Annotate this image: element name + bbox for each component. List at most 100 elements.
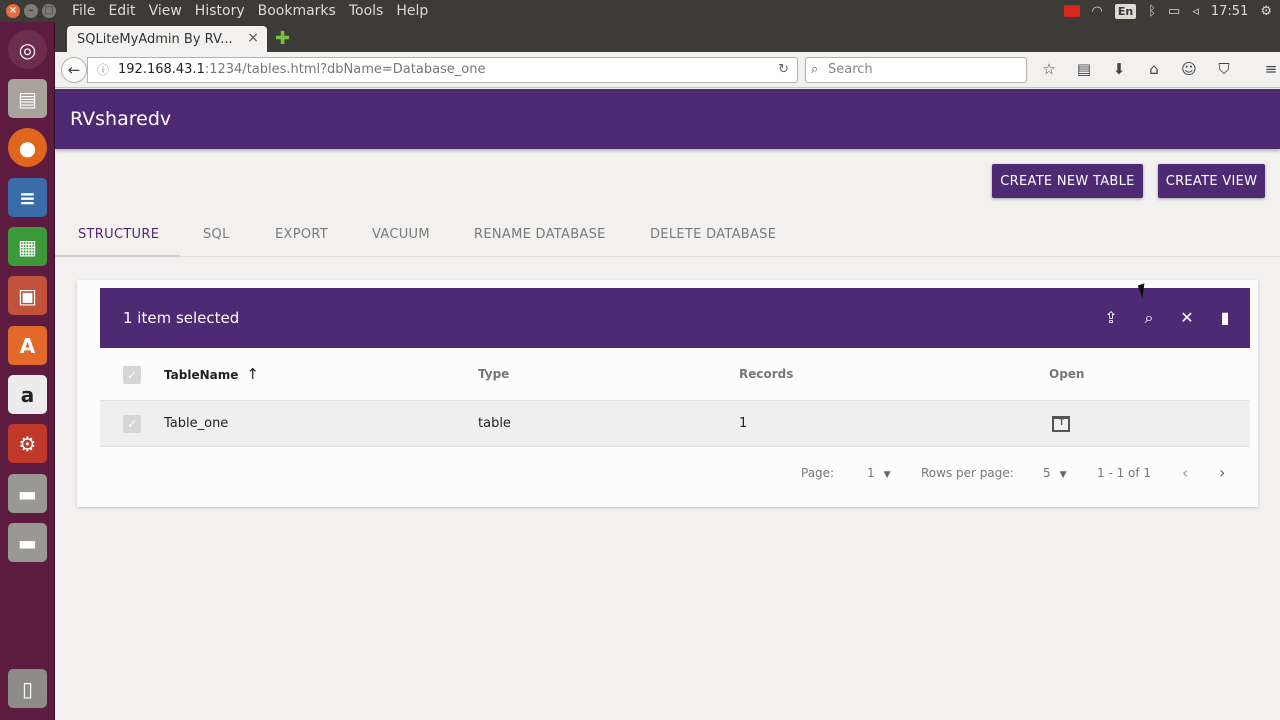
table-header-row: ✓ TableName ↑ Type Records Open <box>100 348 1250 401</box>
tables-card: 1 item selected ⇪ ⌕ ✕ ▮ ✓ TableName ↑ Typ… <box>77 280 1258 507</box>
database-tabs: STRUCTURE SQL EXPORT VACUUM RENAME DATAB… <box>55 215 1280 257</box>
sort-ascending-icon[interactable]: ↑ <box>246 365 259 383</box>
create-view-button[interactable]: CREATE VIEW <box>1158 164 1265 198</box>
dropdown-caret-icon: ▼ <box>883 470 891 480</box>
window-controls: × – □ <box>6 4 56 18</box>
rows-per-page-label: Rows per page: <box>921 466 1014 480</box>
page-select[interactable]: 1 ▼ <box>867 447 891 501</box>
system-settings-icon[interactable]: ⚙ <box>8 424 47 463</box>
app-bar: RVsharedv <box>55 89 1280 149</box>
next-page-icon[interactable]: › <box>1219 447 1225 499</box>
url-path: :1234/tables.html?dbName=Database_one <box>204 62 486 77</box>
tab-rename-database[interactable]: RENAME DATABASE <box>474 215 606 257</box>
column-header-open: Open <box>1049 367 1085 381</box>
column-header-type[interactable]: Type <box>478 348 509 401</box>
browser-nav-bar: ⓘ 192.168.43.1:1234/tables.html?dbName=D… <box>55 52 1280 88</box>
hamburger-menu-icon[interactable]: ≡ <box>1261 60 1280 78</box>
page-value: 1 <box>867 466 875 480</box>
back-button[interactable]: ← <box>61 57 87 83</box>
downloads-icon[interactable]: ⬇ <box>1109 60 1129 78</box>
page-range: 1 - 1 of 1 <box>1097 466 1152 480</box>
search-input[interactable]: ⌕ Search <box>805 57 1027 83</box>
selection-toolbar: 1 item selected ⇪ ⌕ ✕ ▮ <box>100 288 1250 348</box>
window-maximize-button[interactable]: □ <box>42 4 56 18</box>
files-icon[interactable]: ▤ <box>8 79 47 118</box>
window-minimize-button[interactable]: – <box>24 4 38 18</box>
menu-bar: File Edit View History Bookmarks Tools H… <box>72 3 428 19</box>
reading-list-icon[interactable]: ▤ <box>1074 60 1094 78</box>
row-checkbox[interactable]: ✓ <box>123 415 141 433</box>
menu-edit[interactable]: Edit <box>108 3 135 19</box>
dropdown-caret-icon: ▼ <box>1059 470 1067 480</box>
search-icon: ⌕ <box>811 62 819 77</box>
column-header-records[interactable]: Records <box>739 348 793 401</box>
clock[interactable]: 17:51 <box>1211 4 1248 19</box>
url-bar[interactable]: ⓘ 192.168.43.1:1234/tables.html?dbName=D… <box>87 57 798 83</box>
volume-icon[interactable]: ◃ <box>1192 4 1199 19</box>
search-placeholder: Search <box>828 62 873 77</box>
battery-icon[interactable]: ▭ <box>1168 4 1180 19</box>
drive-icon-2[interactable]: ▬ <box>8 523 47 562</box>
select-all-checkbox[interactable]: ✓ <box>123 366 141 384</box>
trash-icon[interactable]: ▯ <box>8 669 47 708</box>
toolbar-icons: ☆ ▤ ⬇ ⌂ ☺ ⛉ ≡ <box>1039 60 1280 78</box>
window-close-button[interactable]: × <box>6 4 20 18</box>
tab-sql[interactable]: SQL <box>203 215 230 257</box>
screen: × – □ File Edit View History Bookmarks T… <box>0 0 1280 720</box>
home-icon[interactable]: ⌂ <box>1144 60 1164 78</box>
amazon-icon[interactable]: a <box>8 375 47 414</box>
column-header-tablename-label: TableName <box>164 368 239 382</box>
cell-records: 1 <box>739 416 748 431</box>
menu-view[interactable]: View <box>149 3 182 19</box>
menu-history[interactable]: History <box>195 3 245 19</box>
unity-launcher: ◎ ▤ ● ≡ ▦ ▣ A a ⚙ ▬ ▬ ▯ <box>0 22 55 720</box>
bluetooth-icon[interactable]: ᛒ <box>1148 4 1156 19</box>
software-center-icon[interactable]: A <box>8 326 47 365</box>
screen-recorder-icon[interactable] <box>1063 5 1080 17</box>
pocket-icon[interactable]: ⛉ <box>1214 60 1234 78</box>
rows-per-page-select[interactable]: 5 ▼ <box>1043 447 1067 501</box>
chat-icon[interactable]: ☺ <box>1179 60 1199 78</box>
ubuntu-dash-icon[interactable]: ◎ <box>8 30 47 69</box>
cell-table-name: Table_one <box>164 416 229 431</box>
browser-tab[interactable]: SQLiteMyAdmin By RV... × <box>67 26 267 52</box>
menu-tools[interactable]: Tools <box>349 3 384 19</box>
tab-title: SQLiteMyAdmin By RV... <box>77 31 233 47</box>
writer-icon[interactable]: ≡ <box>8 178 47 217</box>
close-icon[interactable]: ✕ <box>1177 308 1197 328</box>
tab-export[interactable]: EXPORT <box>275 215 328 257</box>
app-title: RVsharedv <box>70 108 172 130</box>
tab-vacuum[interactable]: VACUUM <box>372 215 430 257</box>
settings-gear-icon[interactable]: ⚙ <box>1260 4 1272 19</box>
menu-help[interactable]: Help <box>396 3 428 19</box>
bookmark-star-icon[interactable]: ☆ <box>1039 60 1059 78</box>
firefox-icon[interactable]: ● <box>8 128 47 167</box>
calc-icon[interactable]: ▦ <box>8 227 47 266</box>
tab-structure[interactable]: STRUCTURE <box>78 215 159 257</box>
wifi-icon[interactable]: ◠ <box>1092 4 1103 19</box>
url-host: 192.168.43.1 <box>118 62 205 77</box>
open-in-new-icon[interactable]: ⇪ <box>1101 308 1121 328</box>
menu-bookmarks[interactable]: Bookmarks <box>258 3 336 19</box>
search-icon[interactable]: ⌕ <box>1139 308 1159 328</box>
column-header-tablename[interactable]: TableName ↑ <box>164 348 259 402</box>
system-tray: ◠ En ᛒ ▭ ◃ 17:51 ⚙ <box>1063 0 1272 22</box>
pagination: Page: 1 ▼ Rows per page: 5 ▼ 1 - 1 of 1 ‹ … <box>100 447 1250 499</box>
rows-per-page-value: 5 <box>1043 466 1051 480</box>
table-row[interactable]: ✓ Table_one table 1 <box>100 401 1250 447</box>
new-tab-icon[interactable]: ✚ <box>275 28 290 49</box>
reload-icon[interactable]: ↻ <box>778 58 789 82</box>
impress-icon[interactable]: ▣ <box>8 276 47 315</box>
drive-icon[interactable]: ▬ <box>8 474 47 513</box>
site-info-icon[interactable]: ⓘ <box>97 58 109 82</box>
active-tab-indicator <box>55 255 180 257</box>
delete-icon[interactable]: ▮ <box>1215 308 1235 328</box>
page-label: Page: <box>801 466 835 480</box>
open-table-icon[interactable] <box>1052 415 1070 432</box>
tab-delete-database[interactable]: DELETE DATABASE <box>650 215 776 257</box>
previous-page-icon[interactable]: ‹ <box>1182 447 1188 499</box>
keyboard-layout-indicator[interactable]: En <box>1114 3 1137 19</box>
menu-file[interactable]: File <box>72 3 95 19</box>
create-new-table-button[interactable]: CREATE NEW TABLE <box>992 164 1143 198</box>
tab-close-icon[interactable]: × <box>247 30 259 46</box>
